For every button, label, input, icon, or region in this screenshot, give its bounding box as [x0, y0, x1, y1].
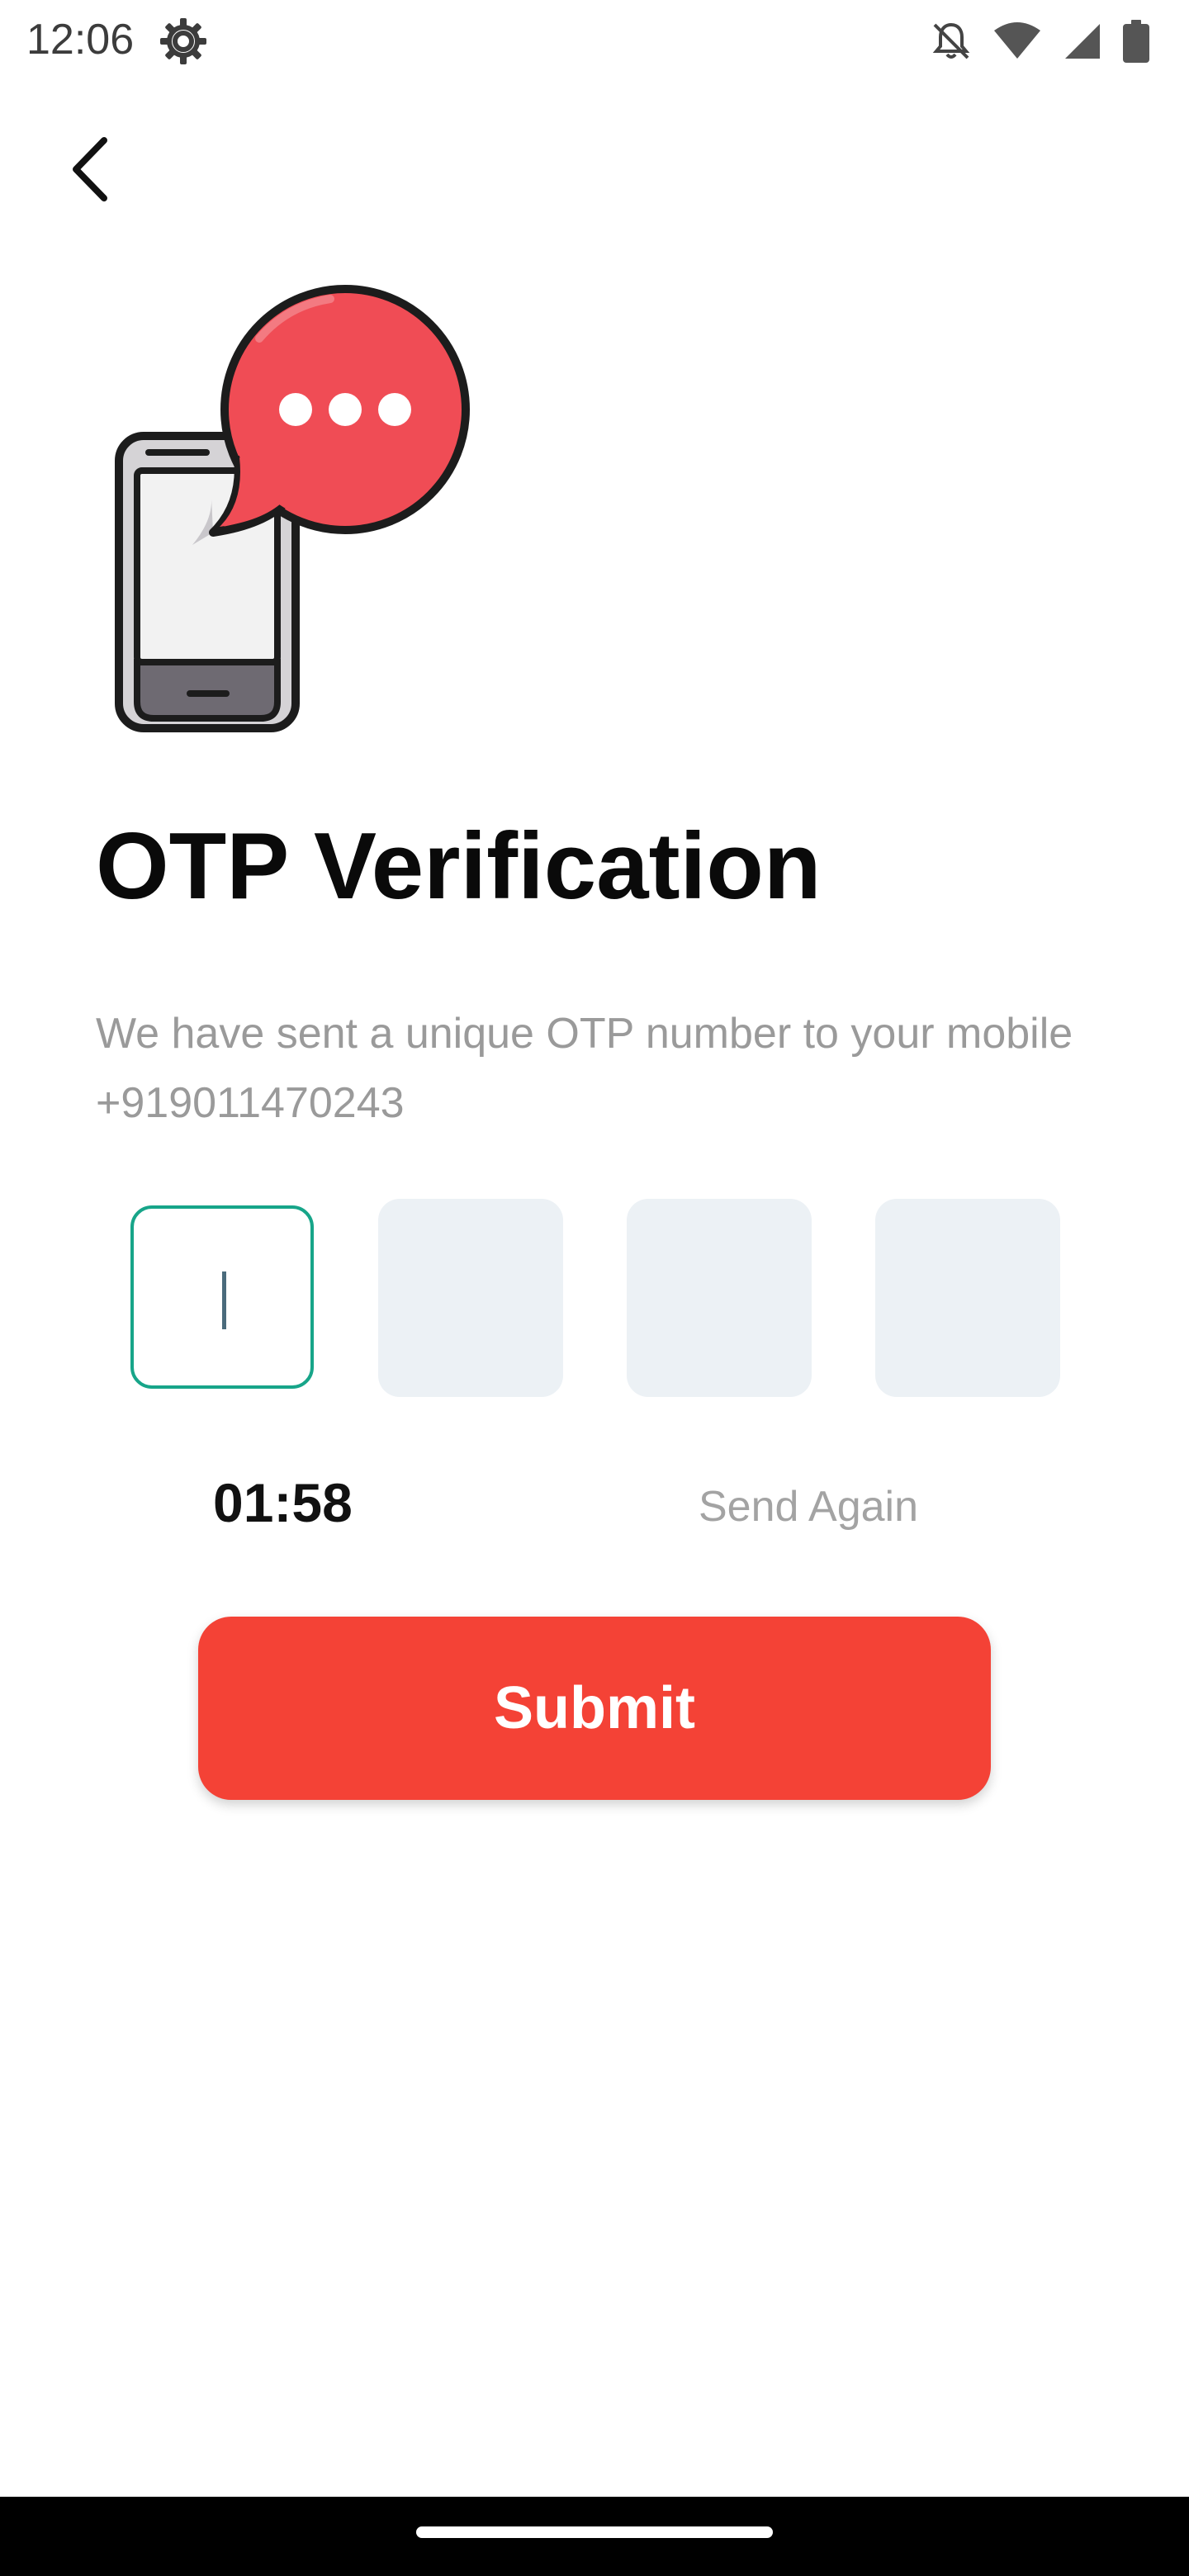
- phone-chat-bubble-icon: [114, 281, 477, 743]
- otp-sent-message: We have sent a unique OTP number to your…: [96, 1010, 1073, 1127]
- battery-icon: [1123, 20, 1149, 63]
- settings-gear-icon: [159, 17, 208, 66]
- status-icons: [930, 17, 1149, 66]
- status-time: 12:06: [26, 16, 135, 64]
- text-cursor: [222, 1271, 226, 1329]
- otp-digit-2[interactable]: [378, 1199, 563, 1397]
- home-gesture-handle[interactable]: [416, 2526, 773, 2538]
- otp-digit-3[interactable]: [627, 1199, 812, 1397]
- otp-digit-1[interactable]: [130, 1205, 314, 1389]
- back-button[interactable]: [58, 132, 127, 206]
- submit-button[interactable]: Submit: [198, 1617, 991, 1800]
- system-navigation-bar: [0, 2497, 1189, 2576]
- chevron-left-icon: [73, 137, 107, 201]
- otp-input-row: [130, 1199, 1063, 1397]
- status-bar: 12:06: [0, 0, 1189, 79]
- page-title: OTP Verification: [96, 814, 822, 919]
- countdown-timer: 01:58: [213, 1472, 353, 1533]
- otp-digit-4[interactable]: [875, 1199, 1060, 1397]
- wifi-icon: [992, 21, 1042, 62]
- notifications-off-icon: [930, 20, 973, 63]
- send-again-link[interactable]: Send Again: [699, 1478, 918, 1536]
- cellular-signal-icon: [1062, 21, 1103, 62]
